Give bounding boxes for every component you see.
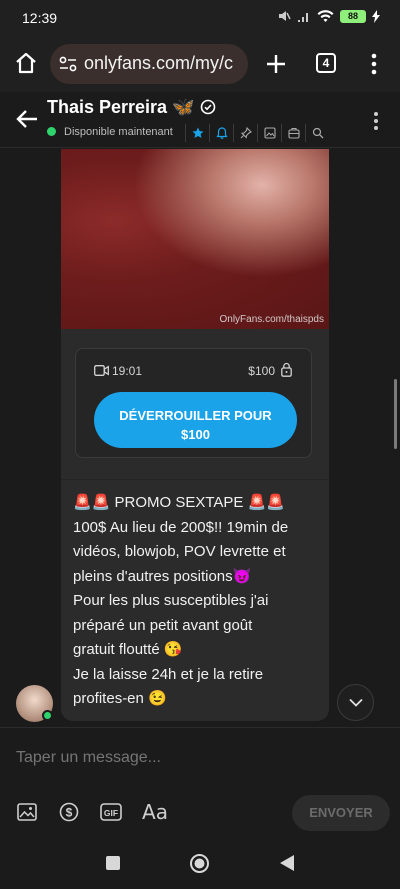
video-camera-icon (94, 365, 109, 376)
message-list[interactable]: OnlyFans.com/thaispds 19:01 $100 DÉVERRO… (0, 149, 400, 727)
avatar-online-indicator (42, 710, 53, 721)
locked-price: $100 (248, 364, 275, 378)
locked-media-card: 19:01 $100 DÉVERROUILLER POUR $100 (75, 348, 312, 458)
message-input[interactable] (16, 749, 376, 767)
verified-icon (200, 99, 215, 115)
message-line: pleins d'autres positions😈 (73, 567, 252, 585)
price-dollar-icon[interactable]: $ (58, 801, 80, 823)
composer-tools: $ GIF Aa (16, 800, 168, 824)
pin-icon[interactable] (233, 124, 257, 142)
message-line: gratuit floutté 😘 (73, 641, 183, 658)
text-format-icon[interactable]: Aa (142, 800, 168, 824)
message-bubble: 19:01 $100 DÉVERROUILLER POUR $100 🚨🚨 PR… (61, 329, 329, 721)
lock-icon (281, 362, 292, 377)
url-bar[interactable]: onlyfans.com/my/c (50, 44, 248, 84)
scrollbar-thumb[interactable] (394, 379, 397, 449)
message-text: 🚨🚨 PROMO SEXTAPE 🚨🚨 100$ Au lieu de 200$… (73, 491, 325, 712)
home-icon[interactable] (14, 52, 38, 74)
message-line: profites-en 😉 (73, 690, 167, 707)
battery-icon: 88 (340, 9, 366, 23)
message-line: 🚨🚨 PROMO SEXTAPE 🚨🚨 (73, 494, 285, 511)
recents-icon[interactable] (106, 856, 120, 870)
blurred-media-preview[interactable]: OnlyFans.com/thaispds (61, 149, 329, 329)
message-line: Pour les plus susceptibles j'ai (73, 592, 269, 609)
chat-header: Thais Perreira 🦋 Disponible maintenant (0, 92, 400, 148)
message-line: Je la laisse 24h et je la retire (73, 665, 264, 683)
unlock-label-line1: DÉVERROUILLER POUR (119, 407, 272, 423)
back-triangle-icon[interactable] (280, 855, 294, 871)
video-duration: 19:01 (112, 364, 143, 378)
butterfly-emoji: 🦋 (172, 97, 195, 117)
status-bar: 12:39 88 (0, 0, 400, 36)
charging-icon (372, 9, 380, 23)
availability-status: Disponible maintenant (64, 126, 173, 138)
status-time: 12:39 (22, 10, 58, 26)
wifi-icon (317, 10, 334, 22)
gallery-icon[interactable] (257, 124, 281, 142)
url-text[interactable]: onlyfans.com/my/c (84, 53, 233, 74)
search-icon[interactable] (305, 124, 329, 142)
unlock-label-line2: $100 (181, 426, 210, 442)
online-dot (47, 127, 56, 136)
vault-icon[interactable] (281, 124, 305, 142)
site-settings-icon[interactable] (59, 56, 77, 72)
message-line: vidéos, blowjob, POV levrette et (73, 543, 286, 560)
send-button[interactable]: ENVOYER (292, 795, 390, 831)
signal-icon (298, 13, 308, 22)
bubble-divider (61, 479, 329, 480)
svg-text:$: $ (66, 806, 73, 820)
chevron-down-icon (348, 698, 363, 707)
mute-icon (279, 11, 291, 21)
back-arrow-icon[interactable] (16, 109, 38, 129)
browser-menu-icon[interactable] (371, 53, 377, 75)
contact-name-row[interactable]: Thais Perreira 🦋 (47, 97, 216, 118)
contact-name[interactable]: Thais Perreira (47, 97, 167, 117)
chat-actions (185, 124, 329, 142)
message-composer: $ GIF Aa ENVOYER (0, 727, 400, 850)
unlock-button[interactable]: DÉVERROUILLER POUR $100 (94, 392, 297, 448)
browser-toolbar: onlyfans.com/my/c 4 (0, 36, 400, 92)
chat-menu-icon[interactable] (373, 111, 379, 131)
home-circle-icon[interactable] (189, 853, 210, 874)
notifications-bell-icon[interactable] (209, 124, 233, 142)
favorite-star-icon[interactable] (185, 124, 209, 142)
image-attach-icon[interactable] (16, 801, 38, 823)
media-watermark: OnlyFans.com/thaispds (219, 314, 325, 325)
new-tab-icon[interactable] (265, 53, 287, 75)
gif-icon[interactable]: GIF (100, 801, 122, 823)
message-line: préparé un petit avant goût (73, 616, 253, 634)
system-nav-bar (0, 850, 400, 889)
scroll-to-bottom-button[interactable] (337, 684, 374, 721)
message-line: 100$ Au lieu de 200$!! 19min de (73, 518, 289, 536)
svg-text:GIF: GIF (104, 808, 118, 818)
status-icons: 88 (277, 9, 380, 23)
tab-switcher-button[interactable]: 4 (316, 53, 336, 73)
